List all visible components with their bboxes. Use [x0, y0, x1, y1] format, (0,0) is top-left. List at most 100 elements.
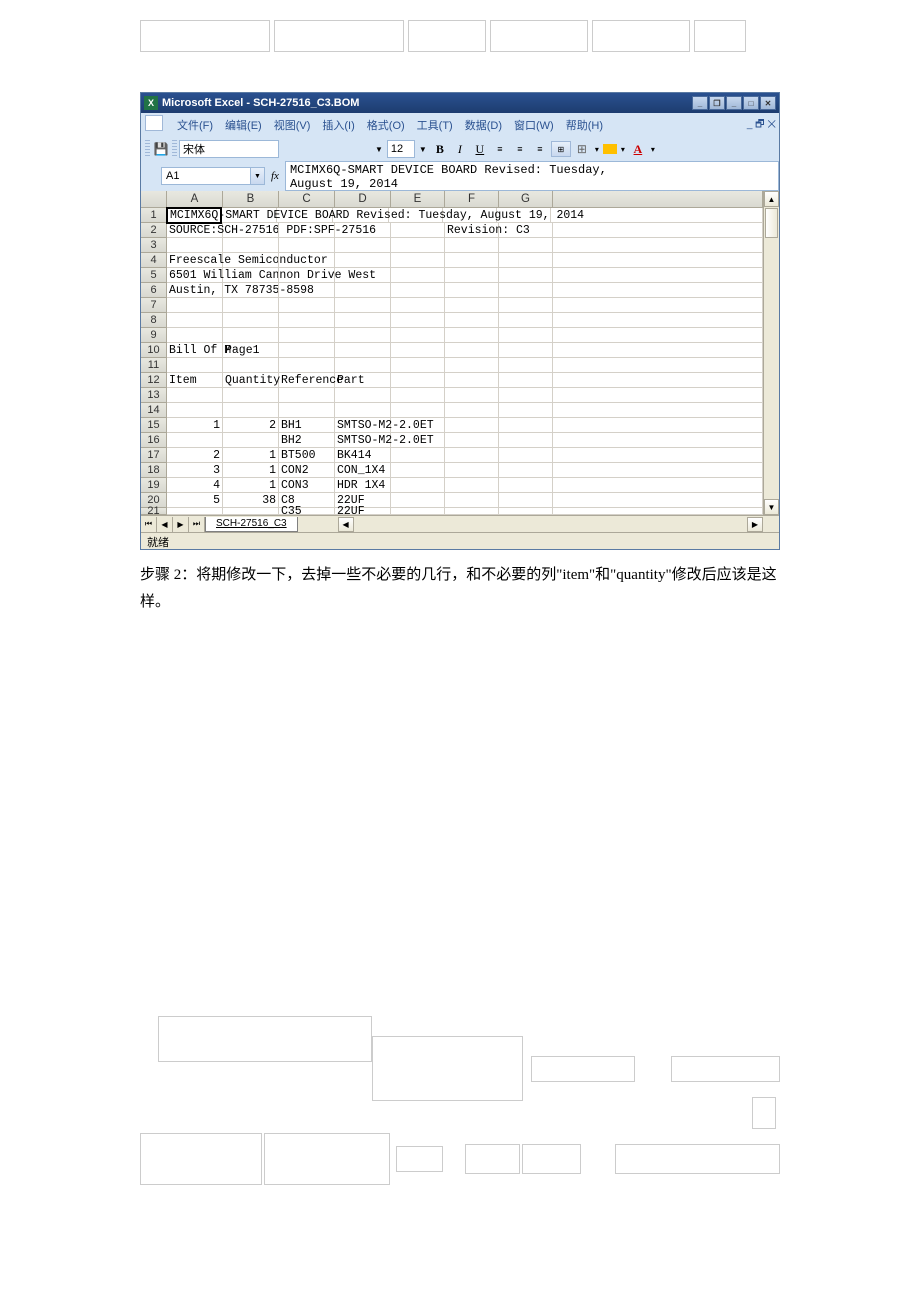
cell[interactable]	[223, 358, 279, 373]
cell[interactable]	[335, 388, 391, 403]
cell[interactable]	[445, 343, 499, 358]
cell[interactable]	[223, 223, 279, 238]
row-header[interactable]: 2	[141, 223, 167, 238]
menubar-app-icon[interactable]	[145, 115, 163, 131]
cell[interactable]	[167, 328, 223, 343]
cell[interactable]	[445, 283, 499, 298]
cell[interactable]	[445, 253, 499, 268]
hscroll-left-icon[interactable]: ◀	[338, 517, 354, 532]
cell[interactable]: CON_1X4	[335, 463, 391, 478]
cell[interactable]: 1	[223, 463, 279, 478]
cell[interactable]: 22UF	[335, 508, 391, 515]
cell[interactable]	[499, 418, 553, 433]
cell[interactable]	[445, 418, 499, 433]
scroll-track[interactable]	[764, 239, 779, 499]
cell[interactable]	[335, 238, 391, 253]
cell[interactable]: 1	[223, 478, 279, 493]
cell[interactable]	[391, 463, 445, 478]
row-header[interactable]: 3	[141, 238, 167, 253]
cell[interactable]	[335, 358, 391, 373]
cell[interactable]	[279, 358, 335, 373]
cell[interactable]	[391, 223, 445, 238]
cell[interactable]	[499, 328, 553, 343]
cell[interactable]: HDR 1X4	[335, 478, 391, 493]
align-right-icon[interactable]: ≡	[531, 140, 549, 158]
col-header-b[interactable]: B	[223, 191, 279, 208]
cell[interactable]	[335, 283, 391, 298]
font-dropdown-icon[interactable]: ▼	[373, 145, 385, 154]
cell[interactable]	[279, 238, 335, 253]
cell[interactable]	[223, 253, 279, 268]
menu-data[interactable]: 数据(D)	[459, 115, 508, 135]
minimize-icon[interactable]: _	[692, 96, 708, 110]
cell[interactable]	[445, 358, 499, 373]
cell[interactable]	[391, 313, 445, 328]
cell[interactable]	[279, 223, 335, 238]
vertical-scrollbar[interactable]: ▲ ▼	[763, 191, 779, 515]
cell[interactable]: Quantity	[223, 373, 279, 388]
cell[interactable]: MCIMX6Q-SMART DEVICE BOARD Revised: Tues…	[166, 207, 222, 224]
cell[interactable]	[391, 403, 445, 418]
cell[interactable]	[391, 493, 445, 508]
cell[interactable]	[499, 373, 553, 388]
row-header[interactable]: 9	[141, 328, 167, 343]
row-header[interactable]: 5	[141, 268, 167, 283]
cell[interactable]: BH1	[279, 418, 335, 433]
cell[interactable]	[499, 493, 553, 508]
cell[interactable]	[391, 418, 445, 433]
cell[interactable]	[391, 448, 445, 463]
cell[interactable]	[279, 403, 335, 418]
cell[interactable]	[167, 358, 223, 373]
row-header[interactable]: 18	[141, 463, 167, 478]
save-icon[interactable]: 💾	[152, 140, 170, 158]
scroll-thumb[interactable]	[765, 208, 778, 238]
cell[interactable]: Freescale Semiconductor	[167, 253, 223, 268]
horizontal-scrollbar[interactable]: ◀ ▶	[338, 517, 763, 532]
restore-icon[interactable]: ❐	[709, 96, 725, 110]
menu-view[interactable]: 视图(V)	[268, 115, 317, 135]
cell[interactable]	[499, 238, 553, 253]
cell[interactable]: 1	[167, 418, 223, 433]
cell[interactable]	[391, 298, 445, 313]
row-header[interactable]: 12	[141, 373, 167, 388]
underline-button[interactable]: U	[471, 140, 489, 158]
formula-input[interactable]: MCIMX6Q-SMART DEVICE BOARD Revised: Tues…	[285, 161, 779, 191]
size-dropdown-icon[interactable]: ▼	[417, 145, 429, 154]
cell[interactable]	[167, 508, 223, 515]
cell[interactable]	[391, 343, 445, 358]
cell[interactable]	[223, 283, 279, 298]
cell[interactable]	[445, 403, 499, 418]
italic-button[interactable]: I	[451, 140, 469, 158]
cell[interactable]: BK414	[335, 448, 391, 463]
cell[interactable]	[445, 388, 499, 403]
cell[interactable]	[391, 358, 445, 373]
cell[interactable]: Austin, TX 78735-8598	[167, 283, 223, 298]
fontcolor-dropdown-icon[interactable]: ▾	[649, 145, 657, 154]
cell[interactable]	[499, 268, 553, 283]
tab-first-icon[interactable]: ⏮	[141, 517, 157, 532]
cell[interactable]	[391, 283, 445, 298]
cell[interactable]	[445, 433, 499, 448]
cell[interactable]	[445, 328, 499, 343]
cell[interactable]	[445, 313, 499, 328]
cell[interactable]	[391, 268, 445, 283]
cell[interactable]	[445, 493, 499, 508]
menu-insert[interactable]: 插入(I)	[316, 115, 360, 135]
row-header[interactable]: 1	[141, 208, 167, 223]
col-header-e[interactable]: E	[391, 191, 445, 208]
cell[interactable]	[499, 478, 553, 493]
menu-file[interactable]: 文件(F)	[171, 115, 219, 135]
cell[interactable]	[335, 268, 391, 283]
cell[interactable]	[279, 328, 335, 343]
row-header[interactable]: 14	[141, 403, 167, 418]
size-select[interactable]: 12	[387, 140, 415, 158]
namebox-dropdown-icon[interactable]: ▼	[251, 167, 265, 185]
cell[interactable]: SMTSO-M2-2.0ET	[335, 433, 391, 448]
cell[interactable]: Reference	[279, 373, 335, 388]
cell[interactable]	[223, 403, 279, 418]
cell[interactable]	[499, 388, 553, 403]
menu-help[interactable]: 帮助(H)	[560, 115, 609, 135]
merge-center-icon[interactable]: ⊞	[551, 141, 571, 157]
cell[interactable]	[167, 238, 223, 253]
cell[interactable]	[445, 448, 499, 463]
